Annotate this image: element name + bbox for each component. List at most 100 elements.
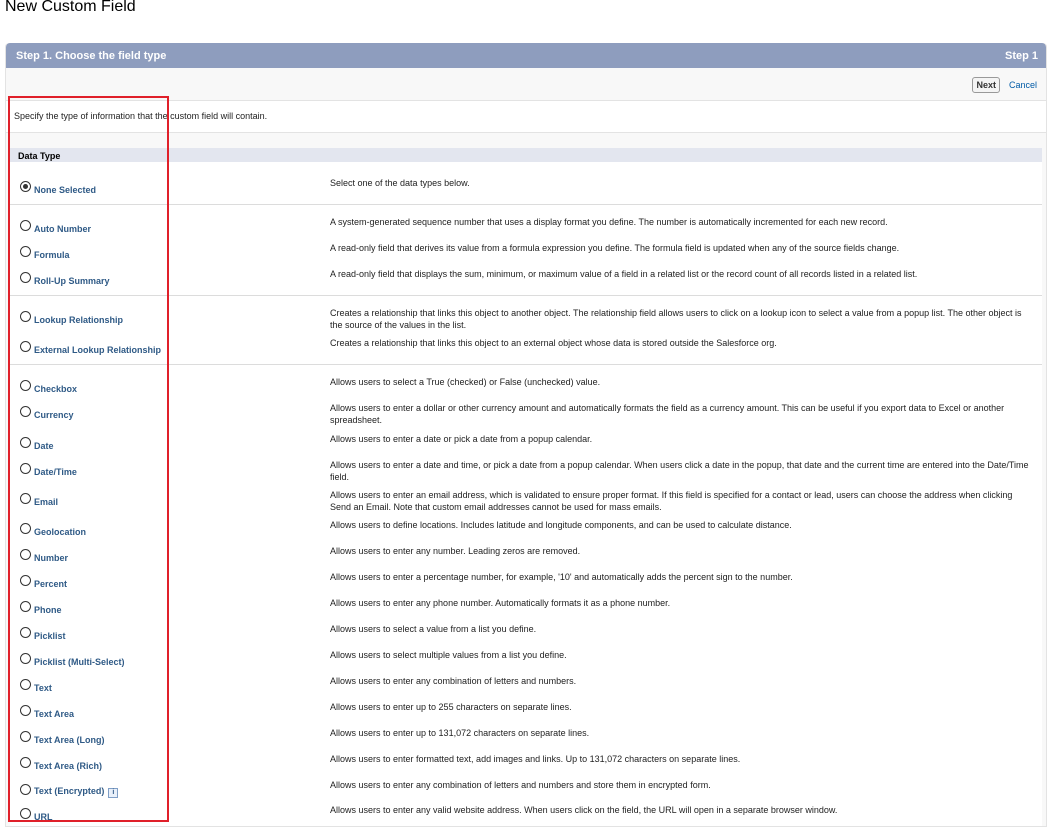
type-label: URL: [34, 812, 53, 822]
radio-button-picklist-multi-select[interactable]: [20, 653, 31, 664]
option-text[interactable]: Text: [20, 679, 52, 693]
option-text-area[interactable]: Text Area: [20, 705, 75, 719]
option-geolocation[interactable]: Geolocation: [20, 523, 87, 537]
type-label: Number: [34, 553, 69, 563]
option-phone[interactable]: Phone: [20, 601, 62, 615]
option-roll-up-summary[interactable]: Roll-Up Summary: [20, 272, 110, 286]
divider: [10, 204, 1042, 205]
radio-button-text-area-rich[interactable]: [20, 757, 31, 768]
option-formula[interactable]: Formula: [20, 246, 70, 260]
type-description: Allows users to enter an email address, …: [330, 490, 1013, 512]
option-picklist[interactable]: Picklist: [20, 627, 66, 641]
next-button[interactable]: Next: [972, 77, 1000, 93]
option-date-time[interactable]: Date/Time: [20, 463, 77, 477]
type-description: Select one of the data types below.: [330, 178, 470, 188]
type-label: Checkbox: [34, 384, 78, 394]
type-description: Allows users to enter any number. Leadin…: [330, 546, 581, 556]
type-label: Date/Time: [34, 467, 77, 477]
type-description: Creates a relationship that links this o…: [330, 338, 777, 348]
type-label: Lookup Relationship: [34, 315, 123, 325]
radio-button-geolocation[interactable]: [20, 523, 31, 534]
radio-button-url[interactable]: [20, 808, 31, 819]
step-panel: Step 1. Choose the field type Step 1 Nex…: [5, 43, 1047, 827]
type-description: Allows users to enter any combination of…: [330, 780, 711, 790]
step-title: Step 1. Choose the field type: [16, 49, 167, 62]
type-description: Allows users to enter any phone number. …: [330, 598, 671, 608]
radio-button-lookup-relationship[interactable]: [20, 311, 31, 322]
option-lookup-relationship[interactable]: Lookup Relationship: [20, 311, 123, 325]
radio-button-date[interactable]: [20, 437, 31, 448]
info-icon[interactable]: i: [108, 788, 119, 798]
type-description: Allows users to enter any valid website …: [330, 805, 838, 815]
option-email[interactable]: Email: [20, 493, 59, 507]
option-external-lookup-relationship[interactable]: External Lookup Relationship: [20, 341, 162, 355]
type-label: Geolocation: [34, 527, 87, 537]
type-description: Allows users to enter a date and time, o…: [330, 460, 1029, 482]
radio-button-email[interactable]: [20, 493, 31, 504]
type-description: Creates a relationship that links this o…: [330, 308, 1022, 330]
type-label: Percent: [34, 579, 68, 589]
radio-button-text[interactable]: [20, 679, 31, 690]
radio-button-percent[interactable]: [20, 575, 31, 586]
option-text-area-rich[interactable]: Text Area (Rich): [20, 757, 103, 771]
option-text-encrypted[interactable]: Text (Encrypted) i: [20, 783, 119, 798]
radio-button-picklist[interactable]: [20, 627, 31, 638]
type-label: None Selected: [34, 185, 97, 195]
radio-button-text-area[interactable]: [20, 705, 31, 716]
type-description: Allows users to enter a dollar or other …: [330, 403, 1005, 425]
step-header: Step 1. Choose the field type Step 1: [6, 43, 1046, 68]
option-auto-number[interactable]: Auto Number: [20, 220, 91, 234]
radio-button-text-area-long[interactable]: [20, 731, 31, 742]
divider: [10, 364, 1042, 365]
type-description: Allows users to enter any combination of…: [330, 676, 577, 686]
type-label: External Lookup Relationship: [34, 345, 162, 355]
radio-button-none-selected[interactable]: [20, 181, 31, 192]
radio-button-external-lookup-relationship[interactable]: [20, 341, 31, 352]
option-text-area-long[interactable]: Text Area (Long): [20, 731, 105, 745]
option-number[interactable]: Number: [20, 549, 69, 563]
type-label: Phone: [34, 605, 62, 615]
divider: [10, 295, 1042, 296]
type-label: Text Area (Rich): [34, 761, 103, 771]
option-currency[interactable]: Currency: [20, 406, 74, 420]
type-label: Text Area: [34, 709, 75, 719]
option-checkbox[interactable]: Checkbox: [20, 380, 78, 394]
type-label: Text: [34, 683, 52, 693]
type-description: Allows users to define locations. Includ…: [330, 520, 792, 530]
type-description: Allows users to select multiple values f…: [330, 650, 567, 660]
type-description: Allows users to enter up to 255 characte…: [330, 702, 572, 712]
radio-button-checkbox[interactable]: [20, 380, 31, 391]
step-indicator: Step 1: [1004, 49, 1038, 62]
type-label: Text Area (Long): [34, 735, 105, 745]
radio-button-currency[interactable]: [20, 406, 31, 417]
option-date[interactable]: Date: [20, 437, 54, 451]
type-label-text: Text (Encrypted): [34, 786, 105, 796]
option-percent[interactable]: Percent: [20, 575, 68, 589]
button-row: Next Cancel: [6, 68, 1046, 101]
radio-button-number[interactable]: [20, 549, 31, 560]
option-picklist-multi-select[interactable]: Picklist (Multi-Select): [20, 653, 125, 667]
type-description: Allows users to select a value from a li…: [330, 624, 537, 634]
data-type-section-header: Data Type: [10, 148, 1042, 162]
type-description: A read-only field that derives its value…: [330, 243, 900, 253]
type-description: A system-generated sequence number that …: [330, 217, 888, 227]
radio-button-phone[interactable]: [20, 601, 31, 612]
type-label: Email: [34, 497, 59, 507]
type-description: Allows users to select a True (checked) …: [330, 377, 601, 387]
radio-button-roll-up-summary[interactable]: [20, 272, 31, 283]
type-label: Auto Number: [34, 224, 91, 234]
type-label: Picklist (Multi-Select): [34, 657, 125, 667]
radio-button-text-encrypted[interactable]: [20, 784, 31, 795]
radio-button-auto-number[interactable]: [20, 220, 31, 231]
data-type-list: None Selected Select one of the data typ…: [10, 162, 1042, 826]
option-none-selected[interactable]: None Selected: [20, 181, 97, 195]
type-label: Text (Encrypted) i: [34, 786, 119, 798]
radio-button-formula[interactable]: [20, 246, 31, 257]
type-label: Formula: [34, 250, 70, 260]
instructions-text: Specify the type of information that the…: [6, 101, 1046, 133]
type-label: Picklist: [34, 631, 66, 641]
cancel-link[interactable]: Cancel: [1009, 80, 1037, 90]
radio-button-date-time[interactable]: [20, 463, 31, 474]
type-description: Allows users to enter a percentage numbe…: [330, 572, 793, 582]
option-url[interactable]: URL: [20, 808, 53, 822]
